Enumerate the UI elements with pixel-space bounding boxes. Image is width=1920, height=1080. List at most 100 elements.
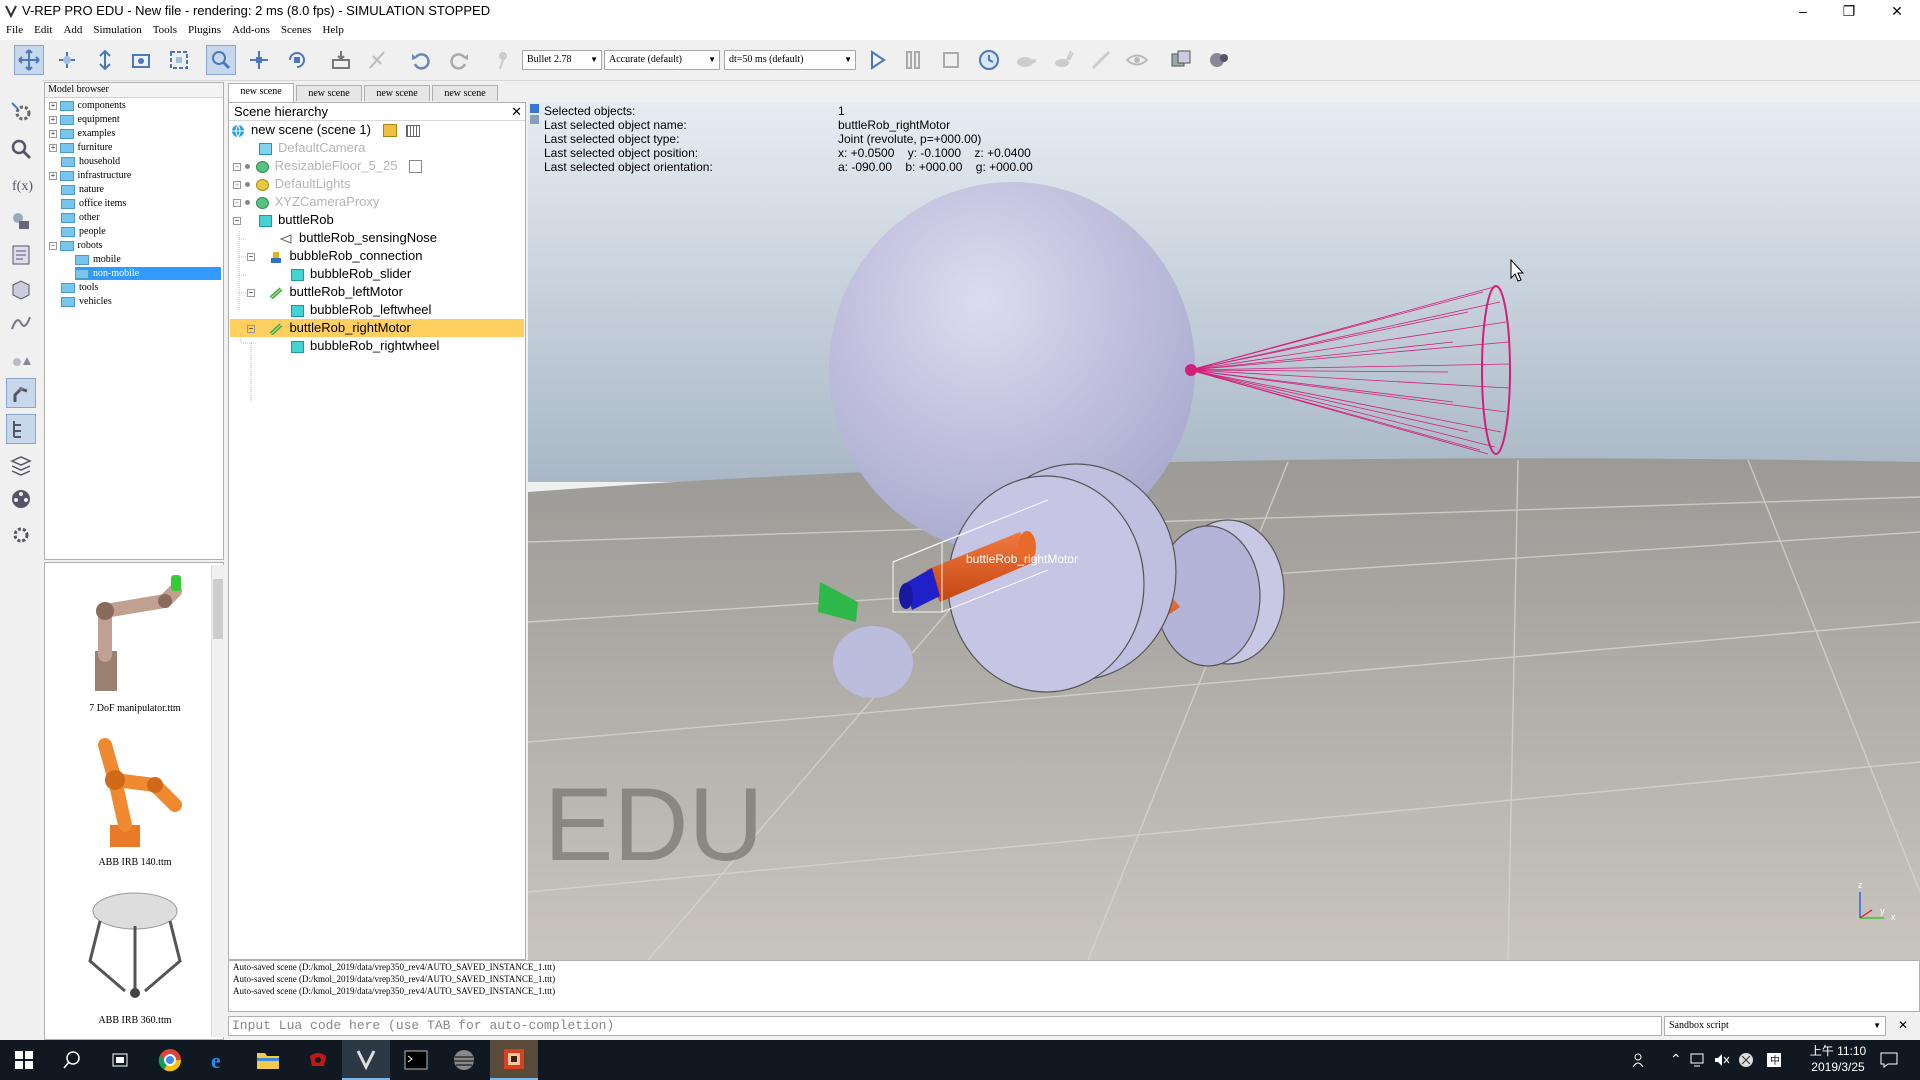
object-rotate-button[interactable] — [282, 45, 312, 75]
page-selector-button[interactable] — [1166, 45, 1196, 75]
path-edit-button[interactable] — [6, 308, 36, 338]
menu-tools[interactable]: Tools — [147, 22, 182, 36]
volume-muted-icon[interactable] — [1714, 1052, 1730, 1068]
model-folder-non-mobile[interactable]: non-mobile — [75, 267, 221, 280]
redo-button[interactable] — [444, 45, 474, 75]
model-thumb-abb-140[interactable] — [65, 725, 205, 855]
search-button[interactable] — [48, 1040, 96, 1080]
model-thumb-abb-360[interactable] — [65, 881, 205, 1011]
selection-button[interactable] — [6, 344, 36, 374]
slow-down-button[interactable] — [1010, 45, 1040, 75]
model-browser-toggle[interactable] — [6, 378, 36, 408]
scene-tab-3[interactable]: new scene — [364, 85, 430, 101]
camera-opening-angle-button[interactable] — [126, 45, 156, 75]
script-select[interactable]: Sandbox script ▼ — [1664, 1016, 1886, 1036]
tree-row-scene-root[interactable]: new scene (scene 1) — [231, 121, 521, 139]
menu-add[interactable]: Add — [57, 22, 87, 36]
threaded-rendering-button[interactable] — [1086, 45, 1116, 75]
function-button[interactable]: f(x) — [6, 170, 36, 200]
tree-row-left-motor[interactable]: − buttleRob_leftMotor — [247, 283, 403, 301]
physics-engine-select[interactable]: Bullet 2.78 ▼ — [522, 50, 602, 70]
model-folder-people[interactable]: people — [61, 225, 106, 238]
scene-viewport[interactable]: buttleRob_rightMotor EDU z y x Selected … — [528, 102, 1920, 960]
simulation-settings-button[interactable] — [6, 96, 36, 126]
task-view-button[interactable] — [96, 1040, 144, 1080]
model-folder-vehicles[interactable]: vehicles — [61, 295, 112, 308]
close-console-icon[interactable]: ✕ — [1898, 1018, 1908, 1032]
thumbnails-scrollbar[interactable] — [211, 565, 224, 1037]
tree-row-right-motor[interactable]: − buttleRob_rightMotor — [230, 319, 524, 337]
lua-input[interactable]: Input Lua code here (use TAB for auto-co… — [228, 1016, 1662, 1036]
model-folder-mobile[interactable]: mobile — [75, 253, 121, 266]
model-folder-furniture[interactable]: + furniture — [49, 141, 113, 154]
tree-row-resizable-floor[interactable]: + ResizableFloor_5_25 — [233, 157, 423, 175]
taskbar-chrome[interactable] — [146, 1040, 194, 1080]
stop-simulation-button[interactable] — [936, 45, 966, 75]
collections-button[interactable] — [6, 206, 36, 236]
taskbar-vrep[interactable] — [342, 1040, 390, 1080]
tree-row-left-wheel[interactable]: bubbleRob_leftwheel — [291, 301, 431, 319]
model-folder-household[interactable]: household — [61, 155, 120, 168]
model-folder-other[interactable]: other — [61, 211, 100, 224]
taskbar-edge[interactable]: e — [196, 1040, 244, 1080]
click-select-button[interactable] — [206, 45, 236, 75]
tree-row-sensing-nose[interactable]: buttleRob_sensingNose — [279, 229, 437, 247]
scene-selector-button[interactable] — [1204, 45, 1234, 75]
input-method-icon[interactable]: 中 — [1766, 1052, 1782, 1068]
model-folder-examples[interactable]: + examples — [49, 127, 115, 140]
timestep-select[interactable]: dt=50 ms (default) ▼ — [724, 50, 856, 70]
taskbar-sphere-app[interactable] — [440, 1040, 488, 1080]
tree-row-default-lights[interactable]: + DefaultLights — [233, 175, 351, 193]
user-settings-button[interactable] — [6, 518, 36, 548]
taskbar-orange-app[interactable] — [490, 1040, 538, 1080]
menu-help[interactable]: Help — [316, 22, 348, 36]
restore-button[interactable]: ❐ — [1826, 0, 1872, 22]
model-folder-office-items[interactable]: office items — [61, 197, 126, 210]
start-simulation-button[interactable] — [862, 45, 892, 75]
pause-simulation-button[interactable] — [898, 45, 928, 75]
fit-to-view-button[interactable] — [164, 45, 194, 75]
tray-app-icon[interactable] — [1738, 1052, 1754, 1068]
model-folder-components[interactable]: + components — [49, 99, 126, 112]
tree-row-right-wheel[interactable]: bubbleRob_rightwheel — [291, 337, 439, 355]
assemble-button[interactable] — [326, 45, 356, 75]
dynamics-toggle-button[interactable] — [488, 45, 518, 75]
model-folder-tools[interactable]: tools — [61, 281, 98, 294]
menu-edit[interactable]: Edit — [28, 22, 57, 36]
layers-button[interactable] — [6, 450, 36, 480]
scripts-button[interactable] — [6, 240, 36, 270]
clock[interactable]: 上午 11:10 2019/3/25 — [1798, 1043, 1878, 1075]
scene-tab-4[interactable]: new scene — [432, 85, 498, 101]
model-folder-equipment[interactable]: + equipment — [49, 113, 120, 126]
taskbar-terminal[interactable] — [392, 1040, 440, 1080]
object-shift-button[interactable] — [244, 45, 274, 75]
speed-up-button[interactable] — [1048, 45, 1078, 75]
network-icon[interactable] — [1690, 1052, 1706, 1068]
info-toggle-icons[interactable] — [530, 104, 540, 132]
minimize-button[interactable]: – — [1780, 0, 1826, 22]
model-folder-nature[interactable]: nature — [61, 183, 104, 196]
tray-expand-icon[interactable]: ⌃ — [1670, 1051, 1682, 1068]
menu-plugins[interactable]: Plugins — [182, 22, 226, 36]
camera-rotate-button[interactable] — [52, 45, 82, 75]
real-time-button[interactable] — [974, 45, 1004, 75]
menu-file[interactable]: File — [0, 22, 28, 36]
menu-scenes[interactable]: Scenes — [275, 22, 317, 36]
start-button[interactable] — [0, 1040, 48, 1080]
scene-tab-1[interactable]: new scene — [228, 83, 294, 102]
scene-hierarchy-toggle[interactable] — [6, 414, 36, 444]
accuracy-select[interactable]: Accurate (default) ▼ — [604, 50, 720, 70]
tree-row-slider[interactable]: bubbleRob_slider — [291, 265, 411, 283]
video-recorder-button[interactable] — [6, 484, 36, 514]
menu-add-ons[interactable]: Add-ons — [226, 22, 275, 36]
model-folder-robots[interactable]: − robots — [49, 239, 103, 252]
camera-shift-button[interactable] — [90, 45, 120, 75]
close-button[interactable]: ✕ — [1874, 0, 1920, 22]
tree-row-connection[interactable]: − bubbleRob_connection — [247, 247, 422, 265]
calculation-modules-button[interactable] — [6, 134, 36, 164]
people-icon[interactable] — [1632, 1052, 1648, 1068]
menu-simulation[interactable]: Simulation — [87, 22, 146, 36]
model-thumb-7dof[interactable] — [65, 571, 205, 701]
model-folder-infrastructure[interactable]: + infrastructure — [49, 169, 131, 182]
undo-button[interactable] — [406, 45, 436, 75]
